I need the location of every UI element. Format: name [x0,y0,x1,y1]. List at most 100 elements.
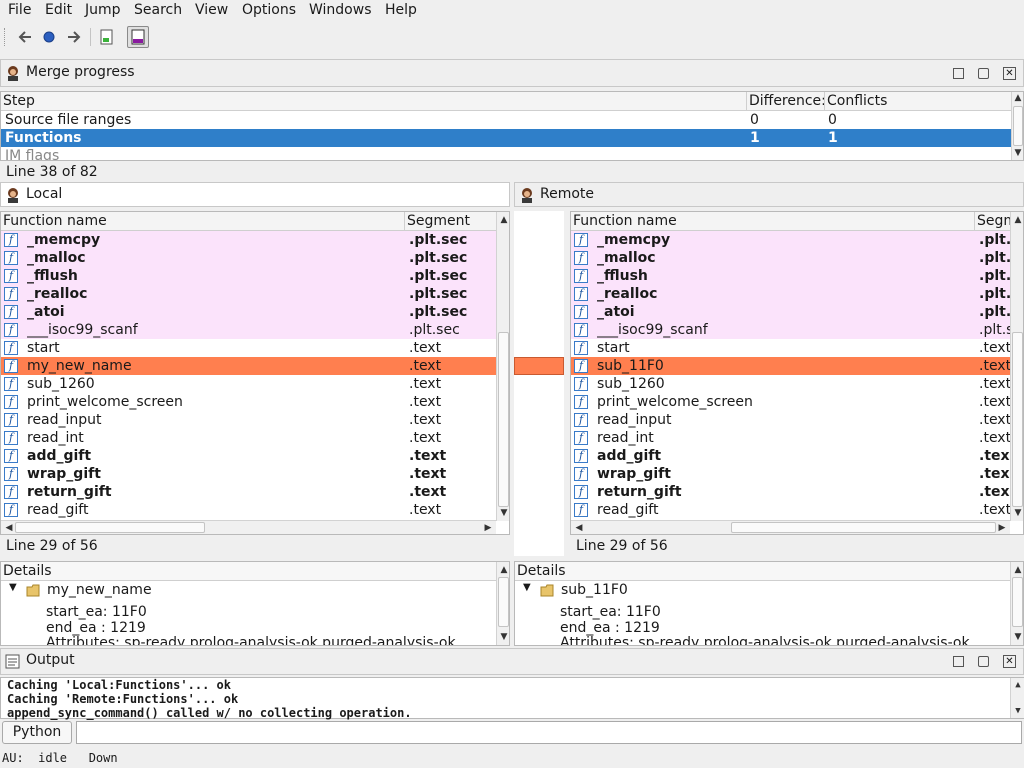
vertical-scrollbar[interactable]: ▲ ▼ [1010,562,1023,645]
menu-edit[interactable]: Edit [45,1,72,21]
menu-windows[interactable]: Windows [309,1,372,21]
function-row[interactable]: f read_input .text [1,411,496,429]
menu-file[interactable]: File [8,1,31,21]
back-arrow-icon[interactable] [14,26,36,48]
function-row[interactable]: f return_gift .tex [571,483,1010,501]
column-header-segment[interactable]: Segm [975,212,1011,231]
menu-options[interactable]: Options [242,1,296,21]
column-header-step[interactable]: Step [1,92,747,111]
function-row[interactable]: f add_gift .text [1,447,496,465]
function-row[interactable]: f _fflush .plt.sec [1,267,496,285]
minimize-icon[interactable] [953,68,964,79]
function-row[interactable]: f sub_1260 .text [571,375,1011,393]
output-log[interactable]: Caching 'Local:Functions'... ok Caching … [0,677,1024,720]
vertical-scrollbar[interactable]: ▲ ▼ [496,562,509,645]
scroll-left-icon[interactable]: ◀ [3,522,15,534]
chevron-down-icon[interactable]: ▼ [9,582,17,593]
function-row[interactable]: f _fflush .plt. [571,267,1011,285]
function-row[interactable]: f ___isoc99_scanf .plt.sec [1,321,496,339]
circle-icon[interactable] [38,26,60,48]
scroll-down-icon[interactable]: ▼ [498,631,509,643]
column-header-conflicts[interactable]: Conflicts [825,92,1011,111]
column-header-segment[interactable]: Segment [405,212,497,231]
vertical-scrollbar[interactable]: ▲ ▼ [1011,92,1023,160]
column-header-function-name[interactable]: Function name [571,212,975,231]
scroll-down-icon[interactable]: ▼ [1012,705,1024,717]
scroll-thumb[interactable] [498,577,509,627]
column-header-function-name[interactable]: Function name [1,212,405,231]
details-node-label[interactable]: my_new_name [47,582,152,598]
details-node-label[interactable]: sub_11F0 [561,582,628,598]
horizontal-scrollbar[interactable]: ◀ ▶ [1,520,496,534]
table-row-selected[interactable]: Functions 1 1 [1,129,1011,147]
scroll-thumb[interactable] [1013,106,1023,146]
function-row[interactable]: f read_gift .text [1,501,496,519]
scroll-up-icon[interactable]: ▲ [1012,679,1024,691]
menu-jump[interactable]: Jump [85,1,121,21]
scroll-up-icon[interactable]: ▲ [1012,564,1023,576]
scroll-thumb[interactable] [1012,577,1023,627]
function-row[interactable]: f wrap_gift .text [1,465,496,483]
function-row[interactable]: f print_welcome_screen .text [1,393,496,411]
horizontal-scrollbar[interactable]: ◀ ▶ [571,520,1010,534]
table-row[interactable]: IM flags [1,147,1011,160]
function-row[interactable]: f sub_11F0 .text [571,357,1011,375]
function-row[interactable]: f read_input .text [571,411,1011,429]
chevron-down-icon[interactable]: ▼ [523,582,531,593]
vertical-scrollbar[interactable]: ▲ ▼ [496,212,509,521]
scroll-left-icon[interactable]: ◀ [573,522,585,534]
graph-view-icon[interactable] [96,26,118,48]
function-row[interactable]: f start .text [1,339,496,357]
function-row[interactable]: f my_new_name .text [1,357,496,375]
close-icon[interactable]: ✕ [1003,67,1016,80]
float-icon[interactable] [978,656,989,667]
command-input[interactable] [76,721,1022,744]
scroll-down-icon[interactable]: ▼ [1012,631,1023,643]
function-row[interactable]: f read_int .text [571,429,1011,447]
function-row[interactable]: f _realloc .plt. [571,285,1011,303]
function-row[interactable]: f read_gift .text [571,501,1011,519]
scroll-up-icon[interactable]: ▲ [1012,92,1023,104]
function-row[interactable]: f wrap_gift .tex [571,465,1010,483]
scroll-down-icon[interactable]: ▼ [498,507,509,519]
column-header-differences[interactable]: Difference: [747,92,825,111]
minimize-icon[interactable] [953,656,964,667]
scroll-thumb[interactable] [498,332,509,507]
function-row[interactable]: f start .text [571,339,1011,357]
menu-view[interactable]: View [195,1,228,21]
function-row[interactable]: f sub_1260 .text [1,375,496,393]
function-row[interactable]: f return_gift .text [1,483,496,501]
menu-search[interactable]: Search [134,1,182,21]
function-row[interactable]: f add_gift .tex [571,447,1010,465]
vertical-scrollbar[interactable]: ▲ ▼ [1010,212,1023,521]
menu-help[interactable]: Help [385,1,417,21]
function-row[interactable]: f _malloc .plt. [571,249,1011,267]
function-row[interactable]: f ___isoc99_scanf .plt.s [571,321,1011,339]
vertical-scrollbar[interactable]: ▲ ▼ [1010,678,1024,718]
scroll-up-icon[interactable]: ▲ [498,214,509,226]
forward-arrow-icon[interactable] [63,26,85,48]
float-icon[interactable] [978,68,989,79]
window-toggle-icon[interactable] [127,26,149,48]
function-row[interactable]: f _memcpy .plt. [571,231,1011,249]
scroll-up-icon[interactable]: ▲ [1012,214,1023,226]
python-button[interactable]: Python [2,721,72,744]
function-row[interactable]: f read_int .text [1,429,496,447]
table-row[interactable]: Source file ranges 0 0 [1,111,1011,129]
function-row[interactable]: f _malloc .plt.sec [1,249,496,267]
diff-marker[interactable] [514,357,564,375]
function-row[interactable]: f _atoi .plt.sec [1,303,496,321]
function-row[interactable]: f _atoi .plt. [571,303,1011,321]
scroll-thumb[interactable] [15,522,205,533]
scroll-down-icon[interactable]: ▼ [1012,507,1023,519]
scroll-thumb[interactable] [731,522,996,533]
scroll-thumb[interactable] [1012,332,1023,507]
function-row[interactable]: f _realloc .plt.sec [1,285,496,303]
scroll-right-icon[interactable]: ▶ [996,522,1008,534]
close-icon[interactable]: ✕ [1003,655,1016,668]
function-row[interactable]: f print_welcome_screen .text [571,393,1011,411]
scroll-up-icon[interactable]: ▲ [498,564,509,576]
scroll-down-icon[interactable]: ▼ [1012,147,1023,159]
scroll-right-icon[interactable]: ▶ [482,522,494,534]
function-row[interactable]: f _memcpy .plt.sec [1,231,496,249]
